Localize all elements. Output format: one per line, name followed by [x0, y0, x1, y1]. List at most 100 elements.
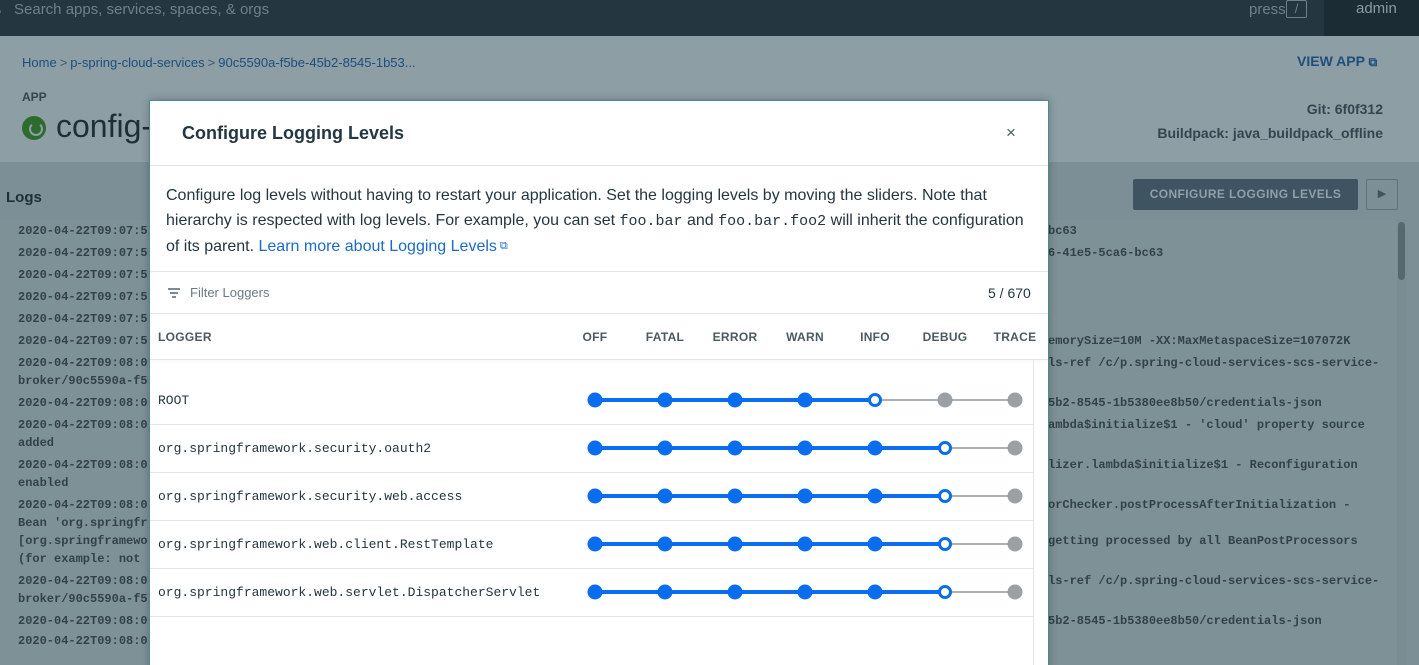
configure-logging-levels-modal: Configure Logging Levels × Configure log… [149, 100, 1049, 665]
slider-stop-info[interactable] [867, 536, 883, 552]
column-level-info: INFO [860, 330, 890, 344]
slider-stop-trace[interactable] [1007, 584, 1023, 600]
modal-header: Configure Logging Levels × [150, 101, 1048, 166]
slider-stop-error[interactable] [727, 392, 743, 408]
slider-stop-off[interactable] [587, 440, 603, 456]
slider-stop-warn[interactable] [797, 392, 813, 408]
breadcrumb-space[interactable]: p-spring-cloud-services [70, 55, 204, 70]
slider-stop-error[interactable] [727, 488, 743, 504]
column-level-fatal: FATAL [645, 330, 685, 344]
log-line: added [18, 436, 55, 450]
log-line-continuation: 5b2-8545-1b5380ee8b50/credentials-json [1048, 614, 1322, 628]
log-level-slider[interactable] [150, 377, 1034, 425]
logger-row: org.springframework.security.web.access [150, 473, 1034, 521]
slider-stop-fatal[interactable] [657, 392, 673, 408]
search-icon: ⌕ [0, 3, 2, 20]
loggers-table-body: ROOT org.springframework.security.oauth2 o… [150, 360, 1034, 665]
learn-more-link[interactable]: Learn more about Logging Levels [259, 238, 497, 255]
slider-stop-trace[interactable] [1007, 392, 1023, 408]
log-line-continuation: emorySize=10M -XX:MaxMetaspaceSize=10707… [1048, 334, 1351, 348]
log-line: 2020-04-22T09:07:5 [18, 334, 148, 348]
slider-stop-info[interactable] [867, 584, 883, 600]
log-line: 2020-04-22T09:07:5 [18, 268, 148, 282]
log-scrollbar-thumb[interactable] [1398, 222, 1405, 280]
slider-stop-trace[interactable] [1007, 536, 1023, 552]
logger-row: org.springframework.web.servlet.Dispatch… [150, 569, 1034, 617]
slider-stop-off[interactable] [587, 392, 603, 408]
breadcrumb: Home > p-spring-cloud-services >90c5590a-f5… [22, 55, 416, 70]
log-level-slider[interactable] [150, 569, 1034, 617]
slider-stop-error[interactable] [727, 536, 743, 552]
play-logs-button[interactable]: ▶ [1366, 179, 1398, 210]
log-level-slider[interactable] [150, 473, 1034, 521]
logger-count: 5 / 670 [988, 285, 1031, 301]
close-icon[interactable]: × [1006, 123, 1016, 143]
log-line: 2020-04-22T09:08:0 [18, 498, 148, 512]
git-commit: Git: 6f0f312 [1306, 101, 1383, 117]
log-line: 2020-04-22T09:07:5 [18, 290, 148, 304]
configure-logging-levels-button[interactable]: CONFIGURE LOGGING LEVELS [1133, 179, 1358, 210]
column-level-error: ERROR [712, 330, 758, 344]
logger-row: org.springframework.security.oauth2 [150, 425, 1034, 473]
log-line: 2020-04-22T09:08:0 [18, 574, 148, 588]
slider-stop-debug[interactable] [937, 392, 953, 408]
slider-stop-info[interactable] [867, 440, 883, 456]
log-line: 2020-04-22T09:08:0 [18, 396, 148, 410]
slider-stop-warn[interactable] [797, 536, 813, 552]
slider-stop-fatal[interactable] [657, 536, 673, 552]
slider-stop-fatal[interactable] [657, 440, 673, 456]
slider-stop-error[interactable] [727, 584, 743, 600]
log-line: 2020-04-22T09:08:0 [18, 356, 148, 370]
slider-stop-warn[interactable] [797, 488, 813, 504]
log-scrollbar[interactable] [1397, 220, 1407, 665]
view-app-link[interactable]: VIEW APP ⧉ [1297, 53, 1377, 70]
log-line: 2020-04-22T09:07:5 [18, 312, 148, 326]
log-level-slider[interactable] [150, 521, 1034, 569]
breadcrumb-home[interactable]: Home [22, 55, 57, 70]
log-line: 2020-04-22T09:08:0 [18, 418, 148, 432]
slider-stop-warn[interactable] [797, 584, 813, 600]
log-line: 2020-04-22T09:08:0 [18, 458, 148, 472]
modal-title: Configure Logging Levels [182, 123, 405, 143]
slider-stop-error[interactable] [727, 440, 743, 456]
slider-stop-trace[interactable] [1007, 488, 1023, 504]
log-line: 2020-04-22T09:08:0 [18, 614, 148, 628]
code-example-foo-bar-foo2: foo.bar.foo2 [718, 212, 827, 230]
slider-stop-off[interactable] [587, 536, 603, 552]
slider-stop-info[interactable] [867, 488, 883, 504]
log-line: 2020-04-22T09:07:5 [18, 246, 148, 260]
slider-stop-off[interactable] [587, 584, 603, 600]
global-search-input[interactable]: Search apps, services, spaces, & orgs [14, 1, 269, 18]
log-line: 2020-04-22T09:07:5 [18, 224, 148, 238]
slider-handle-selected-info[interactable] [868, 393, 882, 407]
slider-stop-fatal[interactable] [657, 584, 673, 600]
slider-handle-selected-debug[interactable] [938, 441, 952, 455]
log-line: broker/90c5590a-f5 [18, 592, 148, 606]
logger-row: ROOT [150, 377, 1034, 425]
app-label: APP [22, 90, 47, 104]
logs-title: Logs [6, 189, 42, 206]
log-line-continuation: ls-ref /c/p.spring-cloud-services-scs-se… [1048, 356, 1380, 370]
log-line-continuation: orChecker.postProcessAfterInitialization… [1048, 498, 1351, 512]
slider-handle-selected-debug[interactable] [938, 537, 952, 551]
slider-stop-off[interactable] [587, 488, 603, 504]
external-link-icon: ⧉ [499, 240, 508, 252]
filter-loggers-input[interactable]: Filter Loggers [190, 285, 269, 300]
slider-stop-trace[interactable] [1007, 440, 1023, 456]
log-line: enabled [18, 476, 69, 490]
slider-stop-fatal[interactable] [657, 488, 673, 504]
log-level-slider[interactable] [150, 425, 1034, 473]
column-level-debug: DEBUG [922, 330, 968, 344]
slider-stop-warn[interactable] [797, 440, 813, 456]
slider-handle-selected-debug[interactable] [938, 585, 952, 599]
breadcrumb-app[interactable]: 90c5590a-f5be-45b2-8545-1b53... [218, 55, 415, 70]
shortcut-key: / [1286, 0, 1307, 18]
buildpack-info: Buildpack: java_buildpack_offline [1157, 125, 1383, 141]
user-name[interactable]: admin [1356, 0, 1397, 17]
logger-row: org.springframework.web.client.RestTempl… [150, 521, 1034, 569]
filter-loggers-row: Filter Loggers 5 / 670 [150, 272, 1048, 314]
log-line: (for example: not [18, 552, 141, 566]
top-navigation-bar: ⌕ Search apps, services, spaces, & orgs … [0, 0, 1419, 36]
search-shortcut-hint: press [1249, 1, 1286, 18]
slider-handle-selected-debug[interactable] [938, 489, 952, 503]
